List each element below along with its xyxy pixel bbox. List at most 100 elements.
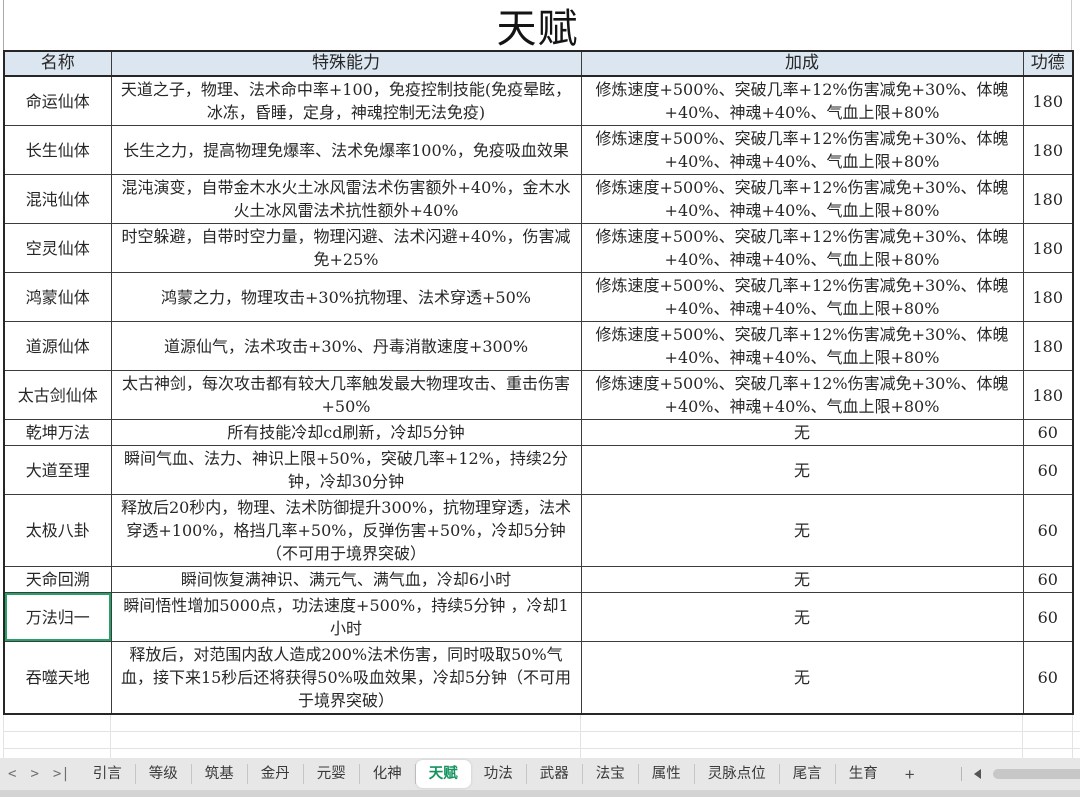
cell-ability[interactable]: 长生之力，提高物理免爆率、法术免爆率100%，免疫吸血效果 <box>110 125 582 175</box>
sheet-tab-bar: < > >| 引言 等级 筑基 金丹 元婴 化神 天赋 功法 武器 法宝 属性 灵脉点位 尾言 生育 + <box>0 758 1080 797</box>
cell-merit[interactable]: 180 <box>1022 75 1074 126</box>
cell-ability[interactable]: 天道之子，物理、法术命中率+100，免疫控制技能(免疫晕眩，冰冻，昏睡，定身，神… <box>110 75 582 126</box>
empty-cell[interactable] <box>3 715 111 732</box>
cell-ability[interactable]: 所有技能冷却cd刷新，冷却5分钟 <box>110 419 582 446</box>
empty-cell[interactable] <box>1072 715 1080 732</box>
cell-ability[interactable]: 释放后，对范围内敌人造成200%法术伤害，同时吸取50%气血，接下来15秒后还将… <box>110 641 582 715</box>
cell-bonus[interactable]: 无 <box>580 592 1024 642</box>
talent-table: 名称 特殊能力 加成 功德 命运仙体 天道之子，物理、法术命中率+100，免疫控制… <box>3 50 1074 715</box>
tab-天赋[interactable]: 天赋 <box>415 760 471 788</box>
empty-cell[interactable] <box>3 731 111 749</box>
tab-金丹[interactable]: 金丹 <box>248 764 304 784</box>
cell-name[interactable]: 天命回溯 <box>3 566 112 593</box>
cell-bonus[interactable]: 修炼速度+500%、突破几率+12%伤害减免+30%、体魄+40%、神魂+40%… <box>580 321 1024 371</box>
add-sheet-button[interactable]: + <box>891 766 929 783</box>
tab-筑基[interactable]: 筑基 <box>192 764 248 784</box>
column-header-ability[interactable]: 特殊能力 <box>110 50 582 77</box>
tab-法宝[interactable]: 法宝 <box>583 764 639 784</box>
cell-bonus[interactable]: 修炼速度+500%、突破几率+12%伤害减免+30%、体魄+40%、神魂+40%… <box>580 370 1024 420</box>
cell-merit[interactable]: 60 <box>1022 592 1074 642</box>
cell-bonus[interactable]: 修炼速度+500%、突破几率+12%伤害减免+30%、体魄+40%、神魂+40%… <box>580 125 1024 175</box>
cell-name[interactable]: 命运仙体 <box>3 75 112 126</box>
tab-scroll-next-button[interactable]: > <box>30 767 38 781</box>
cell-merit[interactable]: 60 <box>1022 419 1074 446</box>
cell-ability[interactable]: 鸿蒙之力，物理攻击+30%抗物理、法术穿透+50% <box>110 272 582 322</box>
column-header-bonus[interactable]: 加成 <box>580 50 1024 77</box>
cell-merit[interactable]: 180 <box>1022 370 1074 420</box>
tab-尾言[interactable]: 尾言 <box>780 764 836 784</box>
tab-引言[interactable]: 引言 <box>80 764 136 784</box>
cell-ability[interactable]: 道源仙气，法术攻击+30%、丹毒消散速度+300% <box>110 321 582 371</box>
sheet-tabs: 引言 等级 筑基 金丹 元婴 化神 天赋 功法 武器 法宝 属性 灵脉点位 尾言 生育 <box>80 758 891 790</box>
column-header-merit[interactable]: 功德 <box>1022 50 1074 77</box>
empty-cell[interactable] <box>580 715 1023 732</box>
cell-merit[interactable]: 180 <box>1022 223 1074 273</box>
cell-bonus[interactable]: 无 <box>580 419 1024 446</box>
scroll-left-icon[interactable] <box>974 769 981 779</box>
cell-ability[interactable]: 释放后20秒内，物理、法术防御提升300%，抗物理穿透，法术穿透+100%，格挡… <box>110 494 582 567</box>
empty-cell[interactable] <box>110 715 581 732</box>
cell-ability[interactable]: 混沌演变，自带金木水火土冰风雷法术伤害额外+40%，金木水火土冰风雷法术抗性额外… <box>110 174 582 224</box>
cell-bonus[interactable]: 无 <box>580 566 1024 593</box>
cell-bonus[interactable]: 修炼速度+500%、突破几率+12%伤害减免+30%、体魄+40%、神魂+40%… <box>580 75 1024 126</box>
cell-name[interactable]: 道源仙体 <box>3 321 112 371</box>
cell-name[interactable]: 空灵仙体 <box>3 223 112 273</box>
cell-merit[interactable]: 180 <box>1022 174 1074 224</box>
cell-bonus[interactable]: 修炼速度+500%、突破几率+12%伤害减免+30%、体魄+40%、神魂+40%… <box>580 272 1024 322</box>
cell-ability[interactable]: 瞬间悟性增加5000点，功法速度+500%，持续5分钟 ，冷却1小时 <box>110 592 582 642</box>
tab-元婴[interactable]: 元婴 <box>304 764 360 784</box>
table-row: 吞噬天地 释放后，对范围内敌人造成200%法术伤害，同时吸取50%气血，接下来15… <box>3 641 1074 715</box>
cell-name[interactable]: 吞噬天地 <box>3 641 112 715</box>
empty-cell[interactable] <box>1022 715 1073 732</box>
cell-merit[interactable]: 180 <box>1022 125 1074 175</box>
column-header-name[interactable]: 名称 <box>3 50 112 77</box>
page-title: 天赋 <box>496 6 579 52</box>
cell-name[interactable]: 长生仙体 <box>3 125 112 175</box>
tab-scroll-last-button[interactable]: >| <box>53 767 70 781</box>
cell-ability[interactable]: 瞬间恢复满神识、满元气、满气血，冷却6小时 <box>110 566 582 593</box>
cell-bonus[interactable]: 修炼速度+500%、突破几率+12%伤害减免+30%、体魄+40%、神魂+40%… <box>580 223 1024 273</box>
table-row: 空灵仙体 时空躲避，自带时空力量，物理闪避、法术闪避+40%，伤害减免+25% 修炼… <box>3 223 1074 273</box>
tab-武器[interactable]: 武器 <box>527 764 583 784</box>
cell-bonus[interactable]: 无 <box>580 445 1024 495</box>
cell-merit[interactable]: 60 <box>1022 641 1074 715</box>
cell-bonus[interactable]: 修炼速度+500%、突破几率+12%伤害减免+30%、体魄+40%、神魂+40%… <box>580 174 1024 224</box>
tab-灵脉点位[interactable]: 灵脉点位 <box>695 764 780 784</box>
cell-ability[interactable]: 瞬间气血、法力、神识上限+50%，突破几率+12%，持续2分钟，冷却30分钟 <box>110 445 582 495</box>
tab-等级[interactable]: 等级 <box>136 764 192 784</box>
cell-ability[interactable]: 太古神剑，每次攻击都有较大几率触发最大物理攻击、重击伤害+50% <box>110 370 582 420</box>
cell-name[interactable]: 鸿蒙仙体 <box>3 272 112 322</box>
tab-scroll-prev-button[interactable]: < <box>8 767 16 781</box>
empty-cell[interactable] <box>110 731 581 749</box>
cell-name[interactable]: 混沌仙体 <box>3 174 112 224</box>
empty-cell[interactable] <box>580 731 1023 749</box>
status-strip <box>0 790 1080 797</box>
cell-bonus[interactable]: 无 <box>580 494 1024 567</box>
table-row: 道源仙体 道源仙气，法术攻击+30%、丹毒消散速度+300% 修炼速度+500%、突… <box>3 321 1074 371</box>
cell-merit[interactable]: 60 <box>1022 494 1074 567</box>
cell-name[interactable]: 乾坤万法 <box>3 419 112 446</box>
spreadsheet-area: 天赋 名称 特殊能力 加成 功德 命运仙体 天道之子，物理、法术命中率+100，免… <box>0 0 1080 766</box>
empty-row <box>3 715 1080 732</box>
talent-table-body: 命运仙体 天道之子，物理、法术命中率+100，免疫控制技能(免疫晕眩，冰冻，昏睡，… <box>3 75 1074 715</box>
header-row: 名称 特殊能力 加成 功德 <box>3 50 1074 77</box>
cell-merit[interactable]: 60 <box>1022 445 1074 495</box>
cell-merit[interactable]: 180 <box>1022 321 1074 371</box>
sheet-title-cell[interactable]: 天赋 <box>3 0 1072 52</box>
cell-ability[interactable]: 时空躲避，自带时空力量，物理闪避、法术闪避+40%，伤害减免+25% <box>110 223 582 273</box>
cell-name[interactable]: 太古剑仙体 <box>3 370 112 420</box>
tab-生育[interactable]: 生育 <box>836 764 891 784</box>
cell-name[interactable]: 太极八卦 <box>3 494 112 567</box>
cell-bonus[interactable]: 无 <box>580 641 1024 715</box>
tabbar-divider <box>961 767 962 781</box>
cell-name[interactable]: 万法归一 <box>3 592 112 642</box>
empty-cell[interactable] <box>1022 731 1073 749</box>
empty-cell[interactable] <box>1072 731 1080 749</box>
cell-merit[interactable]: 180 <box>1022 272 1074 322</box>
tab-化神[interactable]: 化神 <box>360 764 416 784</box>
horizontal-scrollbar-thumb[interactable] <box>993 769 1080 779</box>
tab-属性[interactable]: 属性 <box>639 764 695 784</box>
tab-功法[interactable]: 功法 <box>471 764 527 784</box>
cell-merit[interactable]: 60 <box>1022 566 1074 593</box>
cell-name[interactable]: 大道至理 <box>3 445 112 495</box>
